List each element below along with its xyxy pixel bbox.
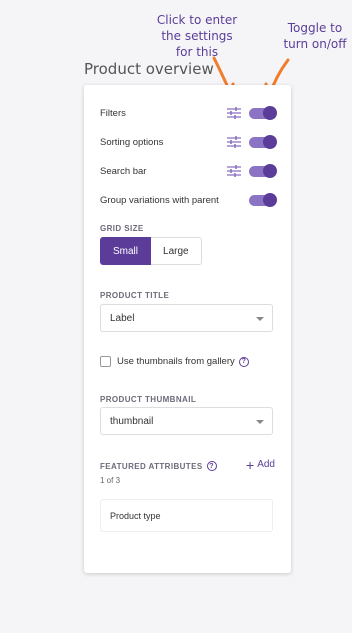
filters-toggle[interactable] xyxy=(249,105,277,120)
search-bar-toggle[interactable] xyxy=(249,163,277,178)
thumbnails-checkbox-label: Use thumbnails from gallery xyxy=(117,356,235,367)
group-variations-row: Group variations with parent xyxy=(100,190,277,210)
add-attribute-button[interactable]: + Add xyxy=(246,456,275,473)
search-bar-row: Search bar xyxy=(100,161,277,181)
grid-size-small-button[interactable]: Small xyxy=(100,237,152,265)
thumbnails-checkbox-row: Use thumbnails from gallery ? xyxy=(100,356,249,367)
add-attribute-label: Add xyxy=(257,459,275,470)
group-variations-toggle[interactable] xyxy=(249,192,277,207)
sorting-options-label: Sorting options xyxy=(100,136,164,148)
filters-label: Filters xyxy=(100,107,126,119)
sorting-options-row: Sorting options xyxy=(100,132,277,152)
search-bar-settings-icon[interactable] xyxy=(227,165,241,177)
sorting-options-toggle[interactable] xyxy=(249,134,277,149)
grid-size-heading: GRID SIZE xyxy=(100,224,144,233)
product-thumbnail-select[interactable]: thumbnail xyxy=(100,407,273,435)
toggle-hint-annotation: Toggle to turn on/off xyxy=(283,21,347,51)
grid-size-selector: Small Large xyxy=(100,237,202,265)
product-title-value: Label xyxy=(110,312,135,324)
plus-icon: + xyxy=(246,456,255,473)
group-variations-label: Group variations with parent xyxy=(100,194,219,206)
grid-size-large-button[interactable]: Large xyxy=(151,237,202,265)
thumbnails-checkbox[interactable] xyxy=(100,356,111,367)
attribute-item-label: Product type xyxy=(110,510,161,521)
help-icon[interactable]: ? xyxy=(206,461,217,471)
search-bar-label: Search bar xyxy=(100,165,147,177)
product-thumbnail-heading: PRODUCT THUMBNAIL xyxy=(100,395,197,404)
filters-settings-icon[interactable] xyxy=(227,107,241,119)
featured-attributes-heading-row: FEATURED ATTRIBUTES ? xyxy=(100,461,217,471)
featured-attributes-heading: FEATURED ATTRIBUTES xyxy=(100,461,203,471)
help-icon[interactable]: ? xyxy=(238,356,249,367)
attribute-item[interactable]: Product type xyxy=(100,499,273,532)
panel-title: Product overview xyxy=(84,60,214,78)
settings-hint-annotation: Click to enter the settings for this xyxy=(156,13,238,59)
chevron-down-icon xyxy=(256,420,264,424)
filters-row: Filters xyxy=(100,103,277,123)
product-title-heading: PRODUCT TITLE xyxy=(100,291,170,300)
chevron-down-icon xyxy=(256,317,264,321)
sorting-options-settings-icon[interactable] xyxy=(227,136,241,148)
product-overview-card: Filters Sorting options Search bar Group… xyxy=(84,85,291,573)
product-title-select[interactable]: Label xyxy=(100,304,273,332)
product-thumbnail-value: thumbnail xyxy=(110,415,154,427)
attribute-count: 1 of 3 xyxy=(100,476,121,485)
